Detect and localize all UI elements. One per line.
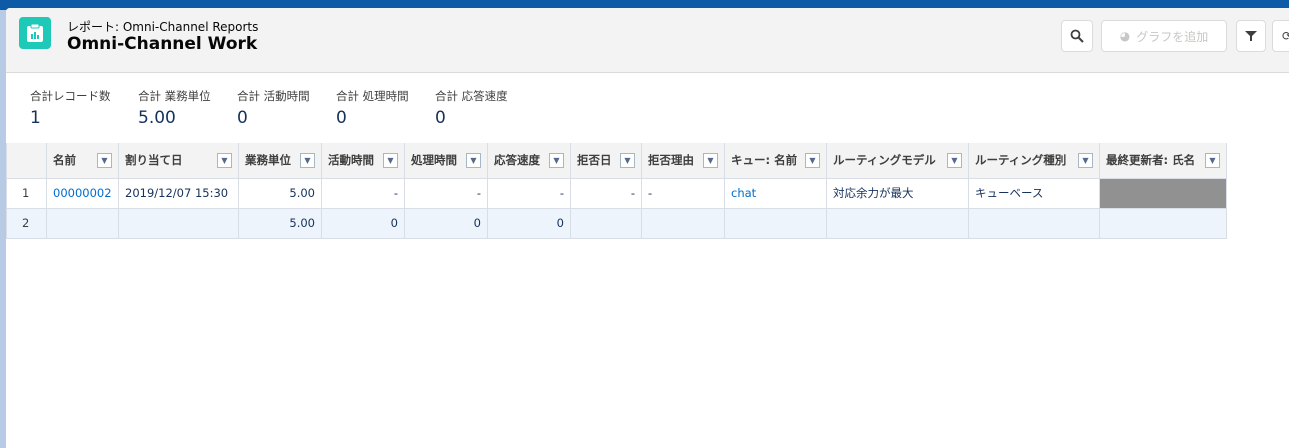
report-header: レポート: Omni-Channel Reports Omni-Channel … xyxy=(6,8,1289,73)
table-row: 2 5.00 0 0 0 xyxy=(6,207,1227,239)
summary-label: 合計 活動時間 xyxy=(237,89,310,103)
summary-value: 1 xyxy=(30,108,41,128)
record-link[interactable]: chat xyxy=(731,186,756,200)
column-header[interactable]: 処理時間 ▼ xyxy=(404,143,488,179)
column-label: 処理時間 xyxy=(411,153,457,168)
table-cell xyxy=(46,207,119,239)
table-cell xyxy=(118,207,239,239)
table-cell xyxy=(570,207,642,239)
filter-button[interactable] xyxy=(1236,20,1266,52)
column-menu-dropdown-icon[interactable]: ▼ xyxy=(947,153,962,169)
column-menu-dropdown-icon[interactable]: ▼ xyxy=(1205,153,1220,169)
column-menu-dropdown-icon[interactable]: ▼ xyxy=(217,153,232,169)
table-cell: 5.00 xyxy=(238,177,322,209)
column-menu-dropdown-icon[interactable]: ▼ xyxy=(549,153,564,169)
column-label: 最終更新者: 氏名 xyxy=(1106,153,1196,168)
table-cell xyxy=(826,207,969,239)
column-header[interactable]: 最終更新者: 氏名 ▼ xyxy=(1099,143,1227,179)
column-menu-dropdown-icon[interactable]: ▼ xyxy=(1078,153,1093,169)
table-cell: - xyxy=(641,177,725,209)
table-cell: 対応余力が最大 xyxy=(826,177,969,209)
search-button[interactable] xyxy=(1061,20,1093,52)
column-label: キュー: 名前 xyxy=(731,153,798,168)
table-cell: - xyxy=(487,177,571,209)
summary-value: 0 xyxy=(435,108,446,128)
table-cell: - xyxy=(570,177,642,209)
table-cell: 0 xyxy=(404,207,488,239)
column-menu-dropdown-icon[interactable]: ▼ xyxy=(466,153,481,169)
table-cell: 0 xyxy=(321,207,405,239)
column-label: 割り当て日 xyxy=(125,153,183,168)
column-menu-dropdown-icon[interactable]: ▼ xyxy=(703,153,718,169)
filter-icon xyxy=(1245,31,1257,41)
summary-label: 合計 業務単位 xyxy=(138,89,211,103)
refresh-icon: ⟳ xyxy=(1281,29,1289,43)
column-menu-dropdown-icon[interactable]: ▼ xyxy=(300,153,315,169)
record-link[interactable]: 00000002 xyxy=(53,186,112,200)
report-icon xyxy=(19,17,51,49)
summary-value: 0 xyxy=(237,108,248,128)
column-header[interactable]: 業務単位 ▼ xyxy=(238,143,322,179)
column-label: 拒否日 xyxy=(577,153,612,168)
table-cell: 2019/12/07 15:30 xyxy=(118,177,239,209)
report-card: レポート: Omni-Channel Reports Omni-Channel … xyxy=(6,8,1289,448)
search-icon xyxy=(1070,29,1084,43)
table-cell xyxy=(1099,207,1227,239)
report-table: 名前 ▼ 割り当て日 ▼ 業務単位 ▼ 活動時間 ▼ 処理時間 ▼ 応答速度 ▼ 拒否日 ▼ 拒否理由 ▼ キュ… xyxy=(6,143,1227,239)
column-label: 名前 xyxy=(53,153,76,168)
column-header[interactable]: ルーティング種別 ▼ xyxy=(968,143,1100,179)
table-cell: 5.00 xyxy=(238,207,322,239)
table-cell: - xyxy=(321,177,405,209)
row-number: 1 xyxy=(6,177,47,209)
column-header[interactable]: ルーティングモデル ▼ xyxy=(826,143,969,179)
summary-label: 合計レコード数 xyxy=(30,89,111,103)
table-cell xyxy=(968,207,1100,239)
column-menu-dropdown-icon[interactable]: ▼ xyxy=(620,153,635,169)
row-number: 2 xyxy=(6,207,47,239)
refresh-button[interactable]: ⟳ xyxy=(1272,20,1289,52)
table-cell xyxy=(641,207,725,239)
column-header[interactable]: 名前 ▼ xyxy=(46,143,119,179)
column-label: 業務単位 xyxy=(245,153,291,168)
summary-label: 合計 処理時間 xyxy=(336,89,409,103)
add-chart-button[interactable]: ◕ グラフを追加 xyxy=(1101,20,1227,52)
row-number-header xyxy=(6,143,47,179)
table-cell: - xyxy=(404,177,488,209)
page-title: Omni-Channel Work xyxy=(67,34,258,54)
column-header[interactable]: キュー: 名前 ▼ xyxy=(724,143,827,179)
column-label: ルーティング種別 xyxy=(975,153,1067,168)
column-label: 拒否理由 xyxy=(648,153,694,168)
column-header[interactable]: 拒否日 ▼ xyxy=(570,143,642,179)
column-header[interactable]: 割り当て日 ▼ xyxy=(118,143,239,179)
column-menu-dropdown-icon[interactable]: ▼ xyxy=(97,153,112,169)
column-menu-dropdown-icon[interactable]: ▼ xyxy=(805,153,820,169)
chart-icon: ◕ xyxy=(1119,29,1131,43)
table-row: 1 00000002 2019/12/07 15:30 5.00- - - - - chat 対応… xyxy=(6,177,1227,209)
column-header[interactable]: 拒否理由 ▼ xyxy=(641,143,725,179)
table-cell xyxy=(1099,177,1227,209)
summary-value: 0 xyxy=(336,108,347,128)
table-cell: 00000002 xyxy=(46,177,119,209)
summary-value: 5.00 xyxy=(138,108,176,128)
column-label: 活動時間 xyxy=(328,153,374,168)
table-cell: キューベース xyxy=(968,177,1100,209)
column-label: ルーティングモデル xyxy=(833,153,936,168)
column-menu-dropdown-icon[interactable]: ▼ xyxy=(383,153,398,169)
column-header[interactable]: 応答速度 ▼ xyxy=(487,143,571,179)
report-type: レポート: Omni-Channel Reports xyxy=(67,20,259,34)
summary-label: 合計 応答速度 xyxy=(435,89,508,103)
column-header[interactable]: 活動時間 ▼ xyxy=(321,143,405,179)
table-cell: 0 xyxy=(487,207,571,239)
column-label: 応答速度 xyxy=(494,153,540,168)
table-cell: chat xyxy=(724,177,827,209)
table-cell xyxy=(724,207,827,239)
